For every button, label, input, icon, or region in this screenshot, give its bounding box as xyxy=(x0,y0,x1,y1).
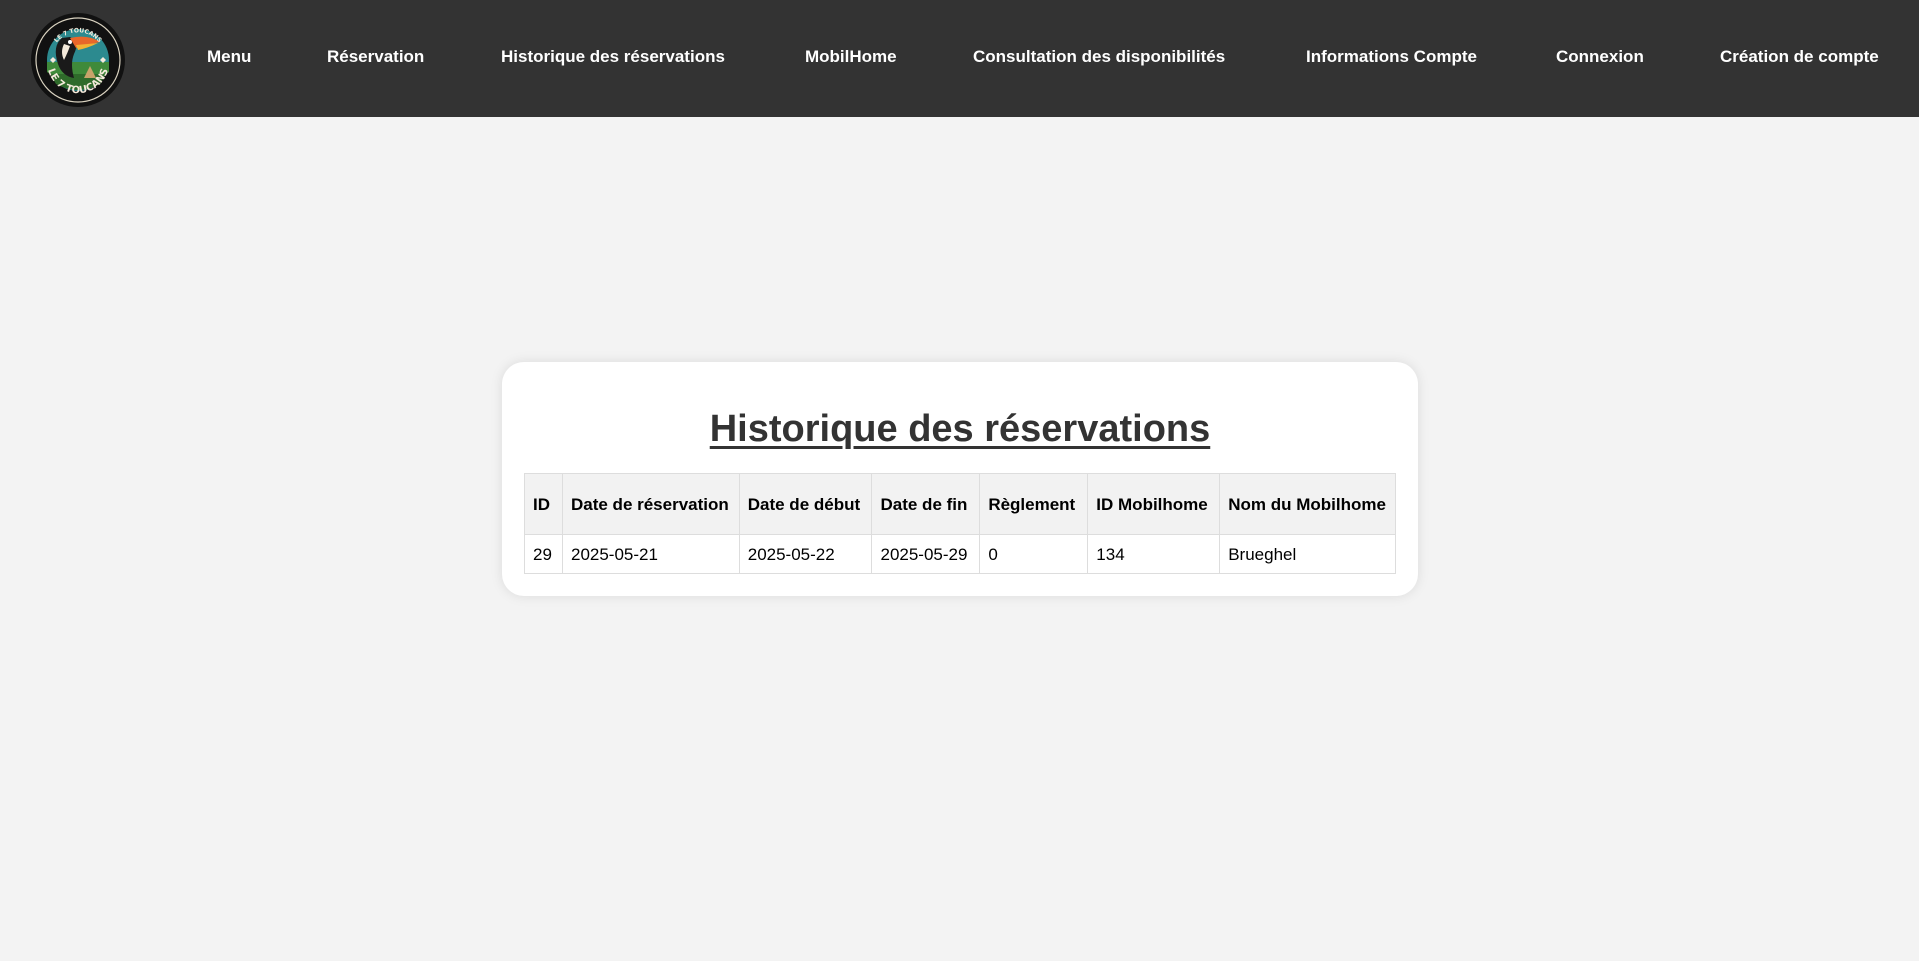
column-header-id-mobilhome: ID Mobilhome xyxy=(1087,473,1221,535)
nav-item-menu[interactable]: Menu xyxy=(207,46,251,68)
column-header-nom-mobilhome: Nom du Mobilhome xyxy=(1219,473,1396,535)
nav-item-informations-compte[interactable]: Informations Compte xyxy=(1306,46,1477,68)
table-header-row: ID Date de réservation Date de début Dat… xyxy=(524,473,1396,535)
nav-item-connexion[interactable]: Connexion xyxy=(1556,46,1644,68)
column-header-date-reservation: Date de réservation xyxy=(561,473,740,535)
cell-date-debut: 2025-05-22 xyxy=(738,534,873,574)
nav-item-disponibilites[interactable]: Consultation des disponibilités xyxy=(973,46,1225,68)
cell-nom-mobilhome: Brueghel xyxy=(1219,534,1396,574)
toucan-logo-icon[interactable]: LE 7 TOUCANS LE 7 TOUCANS xyxy=(30,12,126,108)
cell-reglement: 0 xyxy=(979,534,1089,574)
cell-date-reservation: 2025-05-21 xyxy=(561,534,740,574)
page-title: Historique des réservations xyxy=(709,408,1211,450)
nav-item-reservation[interactable]: Réservation xyxy=(327,46,424,68)
column-header-id: ID xyxy=(524,473,563,535)
cell-date-fin: 2025-05-29 xyxy=(871,534,981,574)
column-header-date-debut: Date de début xyxy=(738,473,873,535)
history-card: Historique des réservations ID Date de r… xyxy=(502,362,1418,596)
nav-item-creation-compte[interactable]: Création de compte xyxy=(1720,46,1879,68)
cell-id-mobilhome: 134 xyxy=(1087,534,1221,574)
cell-id: 29 xyxy=(524,534,563,574)
table-row: 29 2025-05-21 2025-05-22 2025-05-29 0 13… xyxy=(524,534,1396,574)
top-navbar: LE 7 TOUCANS LE 7 TOUCANS Menu Réservati… xyxy=(0,0,1919,117)
nav-item-mobilhome[interactable]: MobilHome xyxy=(805,46,897,68)
reservations-table: ID Date de réservation Date de début Dat… xyxy=(524,473,1396,574)
column-header-reglement: Règlement xyxy=(979,473,1089,535)
nav-item-historique[interactable]: Historique des réservations xyxy=(501,46,725,68)
column-header-date-fin: Date de fin xyxy=(871,473,981,535)
